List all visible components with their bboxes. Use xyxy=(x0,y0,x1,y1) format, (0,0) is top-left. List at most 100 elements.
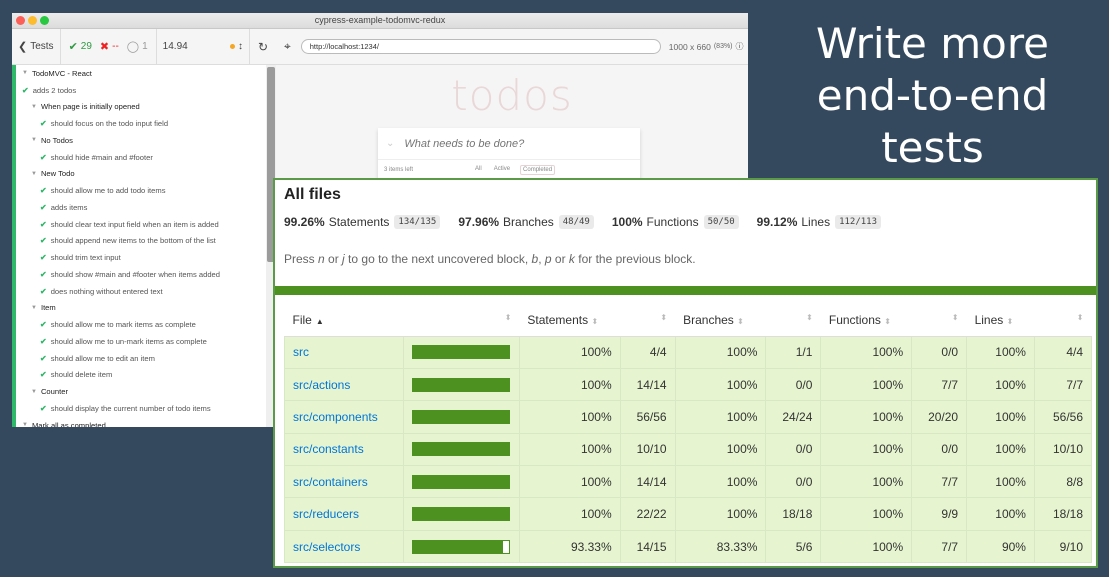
reporter-suite[interactable]: ▼ When page is initially opened xyxy=(16,99,266,116)
selector-playground-icon[interactable]: ⌖ xyxy=(284,39,291,54)
url-text: http://localhost:1234/ xyxy=(309,42,379,51)
reporter-test[interactable]: ✔ should delete item xyxy=(16,367,266,384)
reporter-test[interactable]: ✔ should trim text input xyxy=(16,249,266,266)
hint-text: or xyxy=(324,252,343,266)
new-todo-input[interactable] xyxy=(404,137,605,150)
coverage-meter xyxy=(411,442,510,457)
reporter-item-label: should display the current number of tod… xyxy=(50,403,211,413)
reporter-suite[interactable]: ▼ Mark all as completed xyxy=(16,417,266,427)
coverage-value-cell: 100% xyxy=(820,432,913,467)
reporter-test[interactable]: ✔ should focus on the todo input field xyxy=(16,115,266,132)
hint-key: n xyxy=(318,252,325,266)
coverage-meter-fill xyxy=(412,410,509,423)
coverage-value-cell: 1/1 xyxy=(765,335,822,369)
header-branches[interactable]: Branches ⬍ ⬍ xyxy=(675,304,821,337)
file-link[interactable]: src/actions xyxy=(293,378,350,392)
filter-completed[interactable]: Completed xyxy=(520,165,556,175)
check-icon: ✔ xyxy=(40,286,47,296)
file-cell: src/actions xyxy=(284,367,404,402)
coverage-value-cell: 100% xyxy=(966,335,1035,369)
reporter-test[interactable]: ✔ should allow me to un-mark items as com… xyxy=(16,333,266,350)
chevron-down-icon[interactable]: ⌄ xyxy=(386,138,394,149)
table-row: src/components 100% 56/56 100% 24/24 100% 20/2… xyxy=(284,400,1093,434)
todo-card: ⌄ 3 items left All Active Completed xyxy=(378,128,640,180)
filter-all[interactable]: All xyxy=(473,165,484,175)
passed-count-value: 29 xyxy=(80,41,92,52)
reporter-item-label: should trim text input xyxy=(50,253,121,263)
reporter-suite[interactable]: ▼ New Todo xyxy=(16,166,266,183)
reporter-test[interactable]: ✔ adds 2 todos xyxy=(16,82,266,99)
reporter-test[interactable]: ✔ should show #main and #footer when item… xyxy=(16,266,266,283)
summary-functions: 100% Functions 50/50 xyxy=(612,215,739,229)
slide-title-line: end-to-end xyxy=(816,71,1049,120)
rerun-button[interactable]: ↻ xyxy=(248,29,276,64)
coverage-value-cell: 20/20 xyxy=(911,400,968,434)
file-link[interactable]: src/reducers xyxy=(293,507,359,521)
coverage-value-cell: 18/18 xyxy=(765,497,822,531)
header-functions[interactable]: Functions ⬍ ⬍ xyxy=(820,304,967,337)
filter-active[interactable]: Active xyxy=(492,165,512,175)
url-bar[interactable]: http://localhost:1234/ xyxy=(300,39,661,54)
reporter-suite[interactable]: ▼ Counter xyxy=(16,383,266,400)
reporter-test[interactable]: ✔ should allow me to mark items as comple… xyxy=(16,316,266,333)
autoscroll-toggle[interactable]: ↕ xyxy=(224,41,249,52)
file-link[interactable]: src/components xyxy=(293,410,378,424)
coverage-value-cell: 100% xyxy=(674,432,767,467)
items-left-count: 3 items left xyxy=(384,167,414,173)
file-link[interactable]: src/constants xyxy=(293,442,364,456)
check-icon: ✔ xyxy=(68,41,78,53)
reporter-test[interactable]: ✔ should clear text input field when an i… xyxy=(16,216,266,233)
reporter-test[interactable]: ✔ adds items xyxy=(16,199,266,216)
summary-fraction: 134/135 xyxy=(394,215,441,229)
coverage-summary: 99.26% Statements 134/135 97.96% Branche… xyxy=(284,215,899,229)
header-lines[interactable]: Lines ⬍ ⬍ xyxy=(966,304,1092,337)
x-icon: ✖ xyxy=(99,41,110,53)
file-link[interactable]: src/selectors xyxy=(293,540,360,554)
coverage-value-cell: 0/0 xyxy=(765,367,822,402)
coverage-value-cell: 5/6 xyxy=(765,529,822,564)
reporter-test[interactable]: ✔ should append new items to the bottom o… xyxy=(16,233,266,250)
coverage-value-cell: 9/10 xyxy=(1033,529,1093,564)
reporter-test[interactable]: ✔ should hide #main and #footer xyxy=(16,149,266,166)
file-cell: src/containers xyxy=(284,465,404,499)
check-icon: ✔ xyxy=(40,320,47,330)
header-file[interactable]: File ▲ ⬍ xyxy=(284,304,520,337)
header-statements[interactable]: Statements ⬍ ⬍ xyxy=(519,304,676,337)
reporter-test[interactable]: ✔ should display the current number of to… xyxy=(16,400,266,417)
viewport-info[interactable]: 1000 x 660 (83%) ⓘ xyxy=(669,41,744,52)
reporter-item-label: should delete item xyxy=(50,370,113,380)
reporter-suite[interactable]: ▼ TodoMVC - React xyxy=(16,65,266,82)
file-link[interactable]: src/containers xyxy=(293,475,368,489)
sort-icon: ⬍ xyxy=(1006,316,1014,326)
reporter-test[interactable]: ✔ should allow me to edit an item xyxy=(16,350,266,367)
coverage-meter xyxy=(411,377,510,392)
coverage-meter xyxy=(411,507,510,522)
reporter-test[interactable]: ✔ does nothing without entered text xyxy=(16,283,266,300)
tests-button[interactable]: ❮ Tests xyxy=(12,29,61,64)
hint-text: or xyxy=(551,252,569,266)
reporter-test[interactable]: ✔ should allow me to add todo items xyxy=(16,182,266,199)
check-icon: ✔ xyxy=(40,370,47,380)
reporter-item-label: should focus on the todo input field xyxy=(50,119,169,129)
reporter-item-label: should show #main and #footer when items… xyxy=(50,269,220,279)
coverage-meter-cell xyxy=(402,335,520,369)
reporter-item-label: should allow me to edit an item xyxy=(50,353,155,363)
coverage-value-cell: 0/0 xyxy=(765,465,822,499)
header-label: Lines xyxy=(974,312,1004,327)
file-link[interactable]: src xyxy=(293,345,309,359)
summary-label: Lines xyxy=(801,215,831,229)
coverage-meter-cell xyxy=(402,529,520,564)
coverage-meter xyxy=(411,474,510,489)
coverage-value-cell: 14/15 xyxy=(619,529,676,564)
reporter-suite[interactable]: ▼ No Todos xyxy=(16,132,266,149)
summary-label: Statements xyxy=(328,215,390,229)
check-icon: ✔ xyxy=(40,186,47,196)
coverage-value-cell: 100% xyxy=(820,497,913,531)
coverage-meter-cell xyxy=(402,465,520,499)
coverage-value-cell: 9/9 xyxy=(911,497,968,531)
caret-down-icon: ▼ xyxy=(22,422,28,427)
summary-pct: 100% xyxy=(611,215,643,229)
check-icon: ✔ xyxy=(40,353,47,363)
coverage-value-cell: 100% xyxy=(518,465,621,499)
reporter-suite[interactable]: ▼ Item xyxy=(16,300,266,317)
